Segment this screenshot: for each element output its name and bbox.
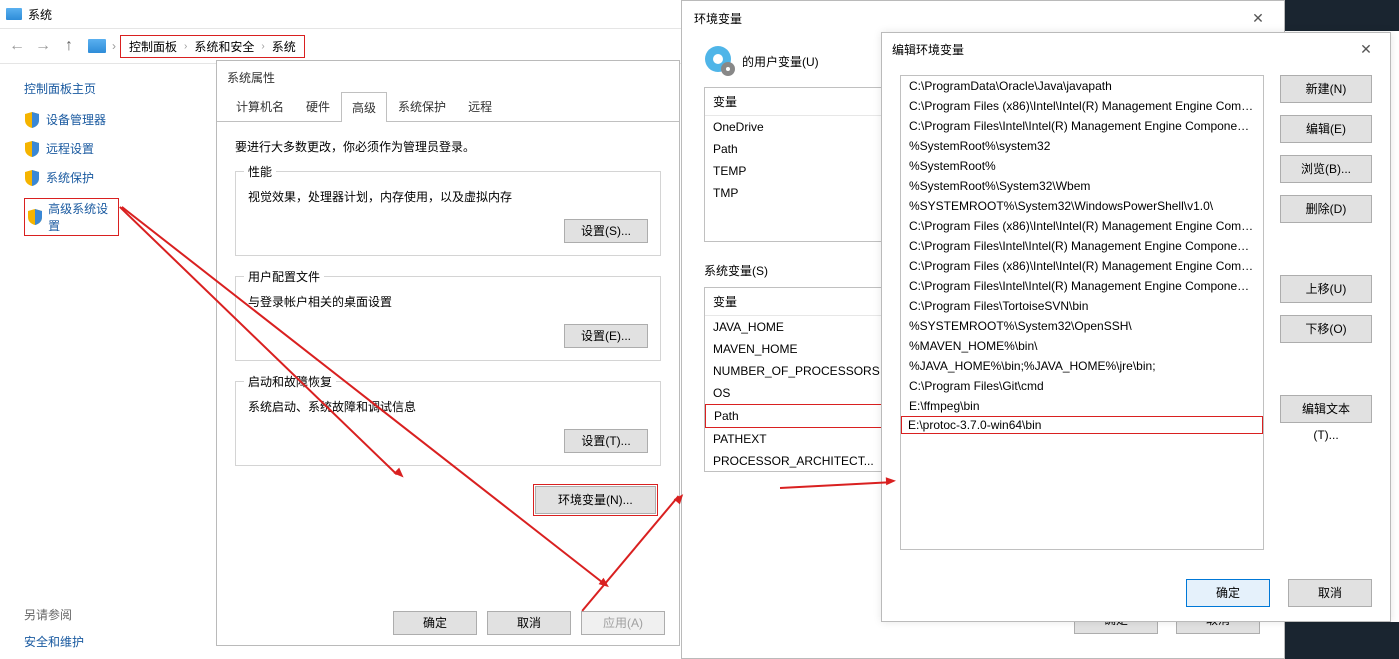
path-entries-list[interactable]: C:\ProgramData\Oracle\Java\javapath C:\P… [900,75,1264,550]
list-item[interactable]: %MAVEN_HOME%\bin\ [901,336,1263,356]
profile-settings-button[interactable]: 设置(E)... [564,324,648,348]
startup-group: 启动和故障恢复 系统启动、系统故障和调试信息 设置(T)... [235,381,661,466]
sidebar-item-protection[interactable]: 系统保护 [24,169,215,186]
list-item[interactable]: %JAVA_HOME%\bin;%JAVA_HOME%\jre\bin; [901,356,1263,376]
see-also-label: 另请参阅 [24,606,215,623]
system-properties-dialog: 系统属性 计算机名 硬件 高级 系统保护 远程 要进行大多数更改，你必须作为管理… [216,60,680,646]
sidebar-item-devices[interactable]: 设备管理器 [24,111,215,128]
list-item[interactable]: E:\ffmpeg\bin [901,396,1263,416]
navigation-bar: ← → ↑ › 控制面板 › 系统和安全 › 系统 [0,28,681,64]
list-item-selected[interactable]: E:\protoc-3.7.0-win64\bin [901,416,1263,434]
button-column: 新建(N) 编辑(E) 浏览(B)... 删除(D) 上移(U) 下移(O) 编… [1280,75,1372,550]
tab-advanced[interactable]: 高级 [341,92,387,122]
dialog-title: 编辑环境变量 [892,41,964,58]
list-item[interactable]: C:\Program Files (x86)\Intel\Intel(R) Ma… [901,216,1263,236]
apply-button[interactable]: 应用(A) [581,611,665,635]
breadcrumb[interactable]: 控制面板 › 系统和安全 › 系统 [120,35,305,58]
arrow-head-icon [886,477,896,486]
list-item[interactable]: %SYSTEMROOT%\System32\OpenSSH\ [901,316,1263,336]
group-desc: 视觉效果，处理器计划，内存使用，以及虚拟内存 [248,188,648,205]
sidebar-item-label: 高级系统设置 [48,200,116,234]
list-item[interactable]: %SystemRoot%\System32\Wbem [901,176,1263,196]
address-monitor-icon [88,39,106,53]
startup-settings-button[interactable]: 设置(T)... [564,429,648,453]
tab-hardware[interactable]: 硬件 [295,91,341,121]
back-button[interactable]: ← [4,33,30,59]
move-down-button[interactable]: 下移(O) [1280,315,1372,343]
list-item[interactable]: C:\Program Files\Intel\Intel(R) Manageme… [901,276,1263,296]
group-desc: 与登录帐户相关的桌面设置 [248,293,648,310]
system-titlebar: 系统 [0,0,681,28]
sidebar: 控制面板主页 设备管理器 远程设置 系统保护 高级系统设置 另请参阅 安全和维护 [0,64,215,659]
chevron-right-icon: › [112,39,116,53]
sidebar-item-advanced[interactable]: 高级系统设置 [24,198,119,236]
cancel-button[interactable]: 取消 [487,611,571,635]
tab-bar: 计算机名 硬件 高级 系统保护 远程 [217,91,679,122]
chevron-right-icon: › [261,41,264,52]
tab-remote[interactable]: 远程 [457,91,503,121]
breadcrumb-item[interactable]: 系统 [272,38,296,55]
ok-button[interactable]: 确定 [393,611,477,635]
list-item[interactable]: %SystemRoot% [901,156,1263,176]
group-desc: 系统启动、系统故障和调试信息 [248,398,648,415]
edit-env-variable-dialog: 编辑环境变量 ✕ C:\ProgramData\Oracle\Java\java… [881,32,1391,622]
list-item[interactable]: C:\Program Files (x86)\Intel\Intel(R) Ma… [901,96,1263,116]
close-icon[interactable]: ✕ [1346,35,1386,63]
performance-group: 性能 视觉效果，处理器计划，内存使用，以及虚拟内存 设置(S)... [235,171,661,256]
desktop-strip-bottom-right [1284,622,1399,659]
breadcrumb-item[interactable]: 系统和安全 [194,38,254,55]
desktop-strip-top [1284,0,1399,31]
shield-icon [24,170,40,186]
delete-button[interactable]: 删除(D) [1280,195,1372,223]
new-button[interactable]: 新建(N) [1280,75,1372,103]
shield-icon [24,141,40,157]
group-label: 启动和故障恢复 [244,373,336,390]
forward-button[interactable]: → [30,33,56,59]
user-gear-icon [704,45,736,77]
group-label: 性能 [244,163,276,180]
list-item[interactable]: %SystemRoot%\system32 [901,136,1263,156]
up-button[interactable]: ↑ [56,33,82,59]
list-item[interactable]: C:\ProgramData\Oracle\Java\javapath [901,76,1263,96]
sidebar-item-security[interactable]: 安全和维护 [24,633,215,650]
profile-group: 用户配置文件 与登录帐户相关的桌面设置 设置(E)... [235,276,661,361]
admin-note: 要进行大多数更改，你必须作为管理员登录。 [235,138,661,155]
perf-settings-button[interactable]: 设置(S)... [564,219,648,243]
tab-protection[interactable]: 系统保护 [387,91,457,121]
tab-computer-name[interactable]: 计算机名 [225,91,295,121]
cancel-button[interactable]: 取消 [1288,579,1372,607]
list-item[interactable]: C:\Program Files (x86)\Intel\Intel(R) Ma… [901,256,1263,276]
sidebar-item-label: 远程设置 [46,140,94,157]
edit-button[interactable]: 编辑(E) [1280,115,1372,143]
env-variables-button[interactable]: 环境变量(N)... [535,486,656,514]
user-vars-label: 的用户变量(U) [742,53,819,70]
group-label: 用户配置文件 [244,268,324,285]
breadcrumb-item[interactable]: 控制面板 [129,38,177,55]
chevron-right-icon: › [184,41,187,52]
list-item[interactable]: C:\Program Files\TortoiseSVN\bin [901,296,1263,316]
list-item[interactable]: C:\Program Files\Intel\Intel(R) Manageme… [901,116,1263,136]
sidebar-item-label: 设备管理器 [46,111,106,128]
list-item[interactable]: C:\Program Files\Git\cmd [901,376,1263,396]
move-up-button[interactable]: 上移(U) [1280,275,1372,303]
shield-icon [27,209,42,225]
close-icon[interactable]: ✕ [1238,4,1278,32]
sidebar-heading[interactable]: 控制面板主页 [24,80,215,97]
monitor-icon [6,8,22,20]
sidebar-item-label: 系统保护 [46,169,94,186]
window-title: 系统 [28,6,52,23]
shield-icon [24,112,40,128]
sidebar-item-remote[interactable]: 远程设置 [24,140,215,157]
ok-button[interactable]: 确定 [1186,579,1270,607]
browse-button[interactable]: 浏览(B)... [1280,155,1372,183]
list-item[interactable]: C:\Program Files\Intel\Intel(R) Manageme… [901,236,1263,256]
edit-text-button[interactable]: 编辑文本(T)... [1280,395,1372,423]
dialog-title: 系统属性 [217,61,679,91]
list-item[interactable]: %SYSTEMROOT%\System32\WindowsPowerShell\… [901,196,1263,216]
dialog-title: 环境变量 [694,10,742,27]
